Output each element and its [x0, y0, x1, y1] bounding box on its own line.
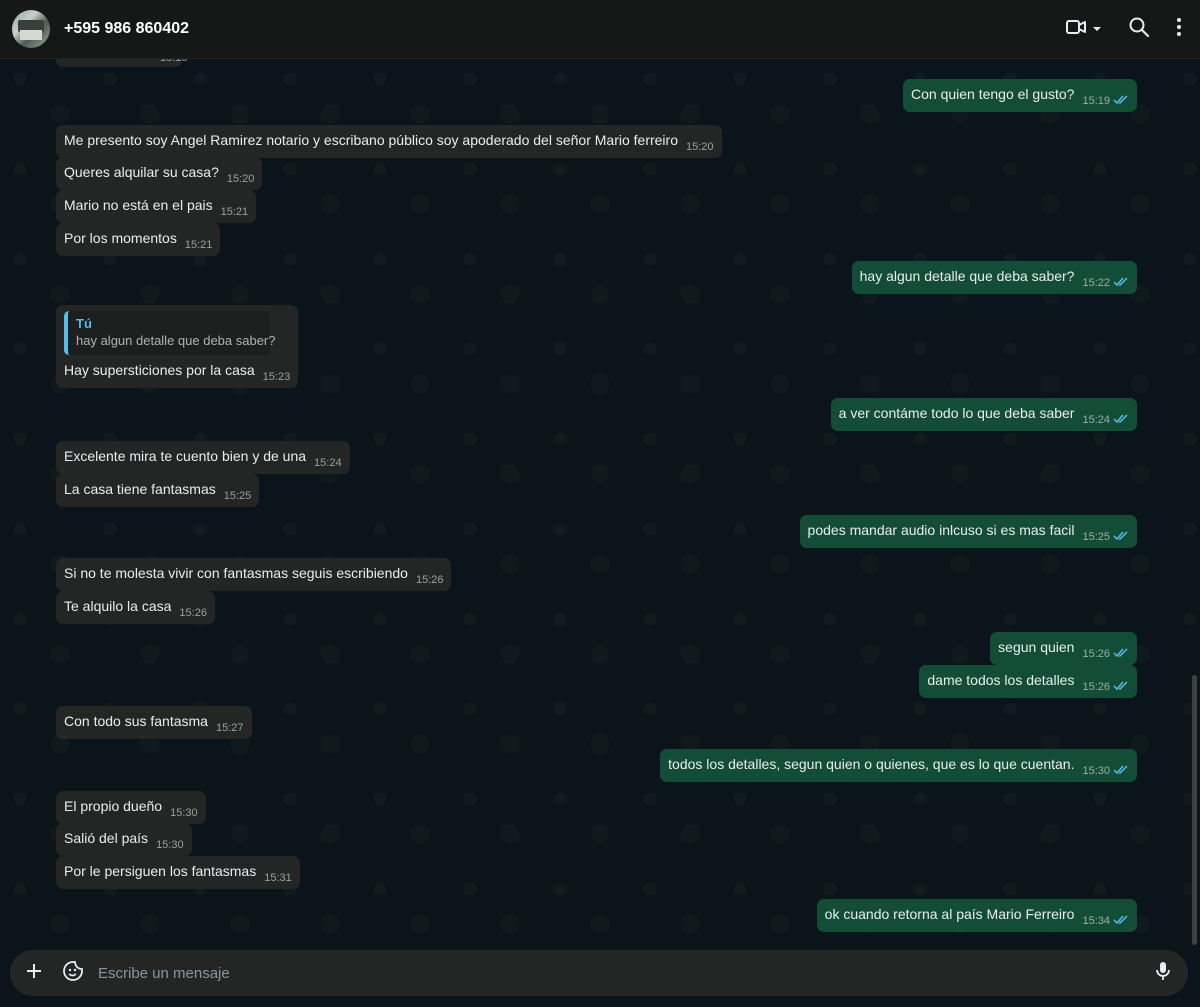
message-time: 15:25 [223, 490, 252, 502]
read-receipt-icon [1113, 761, 1129, 780]
message-time: 15:26 [1082, 648, 1110, 660]
message-incoming-reply[interactable]: Tú hay algun detalle que deba saber? Hay… [56, 305, 299, 388]
message-time: 15:19 [1082, 95, 1110, 107]
message-time: 15:30 [156, 839, 184, 851]
message-incoming[interactable]: Queres alquilar su casa? 15:20 [56, 157, 263, 190]
contact-name[interactable]: +595 986 860402 [64, 20, 189, 38]
message-text: Salió del país [64, 830, 149, 846]
message-incoming[interactable]: La casa tiene fantasmas 15:25 [56, 474, 260, 507]
message-outgoing[interactable]: dame todos los detalles 15:26 [919, 665, 1137, 698]
message-time: 15:26 [1082, 681, 1110, 693]
message-incoming[interactable]: 15:18 [56, 59, 188, 67]
message-text: Excelente mira te cuento bien y de una [64, 448, 307, 464]
read-receipt-icon [1113, 273, 1129, 292]
header-actions [1064, 0, 1182, 59]
message-incoming[interactable]: Con todo sus fantasma 15:27 [56, 706, 252, 739]
message-time: 15:26 [179, 607, 207, 619]
quoted-message[interactable]: Tú hay algun detalle que deba saber? [64, 311, 276, 355]
message-outgoing[interactable]: podes mandar audio inlcuso si es mas fac… [799, 515, 1137, 548]
message-time: 15:30 [1082, 765, 1110, 777]
message-text: Por le persiguen los fantasmas [64, 863, 257, 879]
message-text: podes mandar audio inlcuso si es mas fac… [807, 522, 1075, 538]
message-incoming[interactable]: Excelente mira te cuento bien y de una 15… [56, 441, 350, 474]
avatar[interactable] [12, 10, 50, 48]
message-input[interactable] [96, 957, 1154, 989]
menu-icon [1176, 17, 1182, 42]
read-receipt-icon [1113, 677, 1129, 696]
message-outgoing[interactable]: Con quien tengo el gusto? 15:19 [903, 79, 1137, 112]
message-time: 15:23 [262, 371, 291, 383]
message-time: 15:34 [1082, 915, 1110, 927]
message-outgoing[interactable]: segun quien 15:26 [990, 632, 1137, 665]
quote-author: Tú [76, 316, 92, 331]
message-time: 15:21 [184, 239, 213, 251]
message-text: Por los momentos [64, 230, 177, 246]
video-call-icon [1064, 15, 1088, 44]
message-time: 15:27 [215, 722, 244, 734]
chat-header: +595 986 860402 [0, 0, 1200, 59]
message-time: 15:31 [264, 872, 292, 884]
attach-button[interactable] [24, 961, 44, 986]
message-incoming[interactable]: Por los momentos 15:21 [56, 223, 221, 256]
message-text: ok cuando retorna al país Mario Ferreiro [824, 906, 1075, 922]
message-incoming[interactable]: Te alquilo la casa 15:26 [56, 591, 215, 624]
plus-icon [24, 961, 44, 986]
avatar-wall [20, 30, 42, 40]
read-receipt-icon [1113, 410, 1129, 429]
message-text: Queres alquilar su casa? [64, 164, 219, 180]
message-text: El propio dueño [64, 798, 163, 814]
composer [10, 950, 1188, 996]
read-receipt-icon [1113, 91, 1129, 110]
message-incoming[interactable]: Por le persiguen los fantasmas 15:31 [56, 856, 300, 889]
message-time: 15:24 [314, 457, 342, 469]
message-text: a ver contáme todo lo que deba saber [838, 405, 1075, 421]
search-button[interactable] [1128, 16, 1150, 43]
message-text: La casa tiene fantasmas [64, 481, 216, 497]
video-call-button[interactable] [1064, 15, 1102, 44]
message-text: Con todo sus fantasma [64, 713, 208, 729]
message-incoming[interactable]: El propio dueño 15:30 [56, 791, 206, 824]
message-time: 15:20 [686, 141, 714, 153]
message-outgoing[interactable]: a ver contáme todo lo que deba saber 15:2… [830, 398, 1137, 431]
message-text: Mario no está en el pais [64, 197, 213, 213]
message-time: 15:18 [160, 59, 188, 68]
message-time: 15:21 [220, 206, 249, 218]
message-time: 15:25 [1082, 531, 1110, 543]
message-text: hay algun detalle que deba saber? [859, 268, 1075, 284]
message-time: 15:22 [1082, 277, 1110, 289]
read-receipt-icon [1113, 644, 1129, 663]
message-incoming[interactable]: Mario no está en el pais 15:21 [56, 190, 257, 223]
message-list[interactable]: 15:18 Con quien tengo el gusto? 15:19 Me … [0, 59, 1200, 948]
microphone-icon [1154, 960, 1172, 987]
emoji-sticker-button[interactable] [62, 960, 84, 987]
message-time: 15:30 [170, 807, 198, 819]
read-receipt-icon [1113, 911, 1129, 930]
chevron-down-icon [1092, 21, 1102, 39]
message-incoming[interactable]: Me presento soy Angel Ramirez notario y … [56, 125, 722, 158]
message-outgoing[interactable]: ok cuando retorna al país Mario Ferreiro… [816, 899, 1137, 932]
voice-message-button[interactable] [1154, 960, 1172, 987]
scrollbar[interactable] [1192, 675, 1197, 945]
message-time: 15:20 [226, 173, 255, 185]
message-incoming[interactable]: Si no te molesta vivir con fantasmas seg… [56, 558, 452, 591]
message-time: 15:26 [415, 574, 444, 586]
message-text: Con quien tengo el gusto? [911, 86, 1075, 102]
message-text: segun quien [998, 639, 1075, 655]
message-text: todos los detalles, segun quien o quiene… [668, 756, 1075, 772]
message-outgoing[interactable]: hay algun detalle que deba saber? 15:22 [851, 261, 1137, 294]
menu-button[interactable] [1176, 17, 1182, 42]
message-text: dame todos los detalles [927, 672, 1075, 688]
sticker-icon [62, 960, 84, 987]
search-icon [1128, 16, 1150, 43]
message-time: 15:24 [1082, 414, 1110, 426]
quote-text: hay algun detalle que deba saber? [76, 333, 276, 348]
message-outgoing[interactable]: todos los detalles, segun quien o quiene… [660, 749, 1137, 782]
message-text: Si no te molesta vivir con fantasmas seg… [64, 565, 408, 581]
message-text: Hay supersticiones por la casa [64, 362, 255, 378]
message-text: Me presento soy Angel Ramirez notario y … [64, 132, 678, 148]
message-text: Te alquilo la casa [64, 598, 172, 614]
read-receipt-icon [1113, 527, 1129, 546]
message-incoming[interactable]: Salió del país 15:30 [56, 823, 192, 856]
